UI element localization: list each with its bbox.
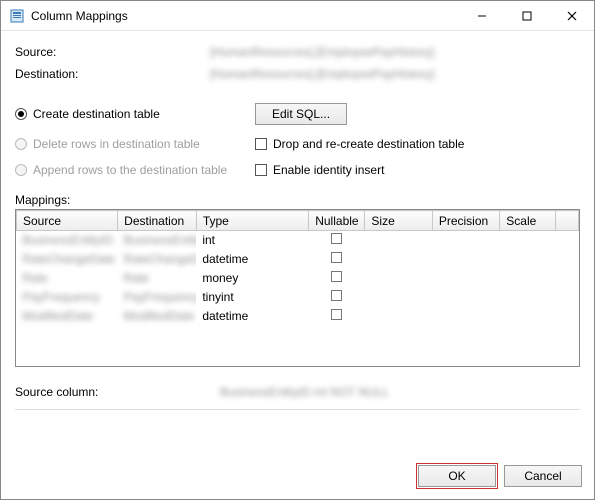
cell-source: BusinessEntityID [23,233,114,247]
cell-size [365,288,432,307]
cell-size [365,231,432,250]
cell-scale [500,307,556,326]
cell-nullable-checkbox[interactable] [331,309,342,320]
col-header-nullable[interactable]: Nullable [309,211,365,231]
minimize-button[interactable] [459,1,504,30]
mappings-label: Mappings: [15,193,580,207]
cell-destination: RateChangeDate [124,252,197,266]
cell-source: ModifiedDate [23,309,94,323]
delete-rows-row: Delete rows in destination table Drop an… [15,137,580,151]
source-row: Source: [HumanResources].[EmployeePayHis… [15,45,580,59]
drop-recreate-label: Drop and re-create destination table [273,137,464,151]
table-row[interactable]: PayFrequencyPayFrequencytinyint [17,288,579,307]
cell-type: datetime [196,307,308,326]
cell-source: PayFrequency [23,290,100,304]
col-header-source[interactable]: Source [17,211,118,231]
app-icon [9,8,25,24]
cell-scale [500,269,556,288]
destination-value: [HumanResources].[EmployeePayHistory] [210,67,434,81]
dialog-window: Column Mappings Source: [HumanResources]… [0,0,595,500]
edit-sql-button[interactable]: Edit SQL... [255,103,347,125]
create-table-label: Create destination table [33,107,160,121]
col-header-scale[interactable]: Scale [500,211,556,231]
col-header-size[interactable]: Size [365,211,432,231]
destination-row: Destination: [HumanResources].[EmployeeP… [15,67,580,81]
grid-header-row: Source Destination Type Nullable Size Pr… [17,211,579,231]
maximize-button[interactable] [504,1,549,30]
cell-type: tinyint [196,288,308,307]
cell-precision [432,269,499,288]
cell-precision [432,288,499,307]
append-rows-radio [15,164,27,176]
cell-precision [432,250,499,269]
table-row[interactable]: BusinessEntityIDBusinessEntityIDint [17,231,579,250]
table-row[interactable]: ModifiedDateModifiedDatedatetime [17,307,579,326]
append-rows-row: Append rows to the destination table Ena… [15,163,580,177]
cell-type: money [196,269,308,288]
source-column-label: Source column: [15,385,220,399]
cell-scale [500,250,556,269]
source-column-value: BusinessEntityID int NOT NULL [220,385,389,399]
source-label: Source: [15,45,210,59]
cell-type: datetime [196,250,308,269]
table-row[interactable]: Rate Rate money [17,269,579,288]
cell-size [365,250,432,269]
cell-precision [432,307,499,326]
source-value: [HumanResources].[EmployeePayHistory] [210,45,434,59]
delete-rows-radio [15,138,27,150]
cell-precision [432,231,499,250]
cell-nullable-checkbox[interactable] [331,233,342,244]
cell-destination: Rate [124,271,149,285]
create-table-radio[interactable] [15,108,27,120]
append-rows-label: Append rows to the destination table [33,163,227,177]
cell-destination: ModifiedDate [124,309,195,323]
cell-nullable-checkbox[interactable] [331,290,342,301]
dialog-button-bar: OK Cancel [1,455,594,499]
cell-destination: BusinessEntityID [124,233,197,247]
cell-type: int [196,231,308,250]
col-header-destination[interactable]: Destination [118,211,197,231]
col-header-type[interactable]: Type [196,211,308,231]
cell-nullable-checkbox[interactable] [331,252,342,263]
cell-size [365,307,432,326]
identity-insert-checkbox[interactable] [255,164,267,176]
col-header-tail [556,211,579,231]
create-table-row: Create destination table Edit SQL... [15,103,580,125]
cell-nullable-checkbox[interactable] [331,271,342,282]
dialog-content: Source: [HumanResources].[EmployeePayHis… [1,31,594,455]
cell-destination: PayFrequency [124,290,197,304]
table-row[interactable]: RateChangeDateRateChangeDatedatetime [17,250,579,269]
destination-label: Destination: [15,67,210,81]
cell-scale [500,231,556,250]
cancel-button[interactable]: Cancel [504,465,582,487]
close-button[interactable] [549,1,594,30]
mappings-grid[interactable]: Source Destination Type Nullable Size Pr… [15,209,580,367]
cell-scale [500,288,556,307]
window-title: Column Mappings [31,9,459,23]
drop-recreate-checkbox[interactable] [255,138,267,150]
cell-source: RateChangeDate [23,252,116,266]
cell-source: Rate [23,271,48,285]
source-column-row: Source column: BusinessEntityID int NOT … [15,385,580,410]
col-header-precision[interactable]: Precision [432,211,499,231]
titlebar: Column Mappings [1,1,594,31]
cell-size [365,269,432,288]
ok-button[interactable]: OK [418,465,496,487]
delete-rows-label: Delete rows in destination table [33,137,200,151]
identity-insert-label: Enable identity insert [273,163,384,177]
